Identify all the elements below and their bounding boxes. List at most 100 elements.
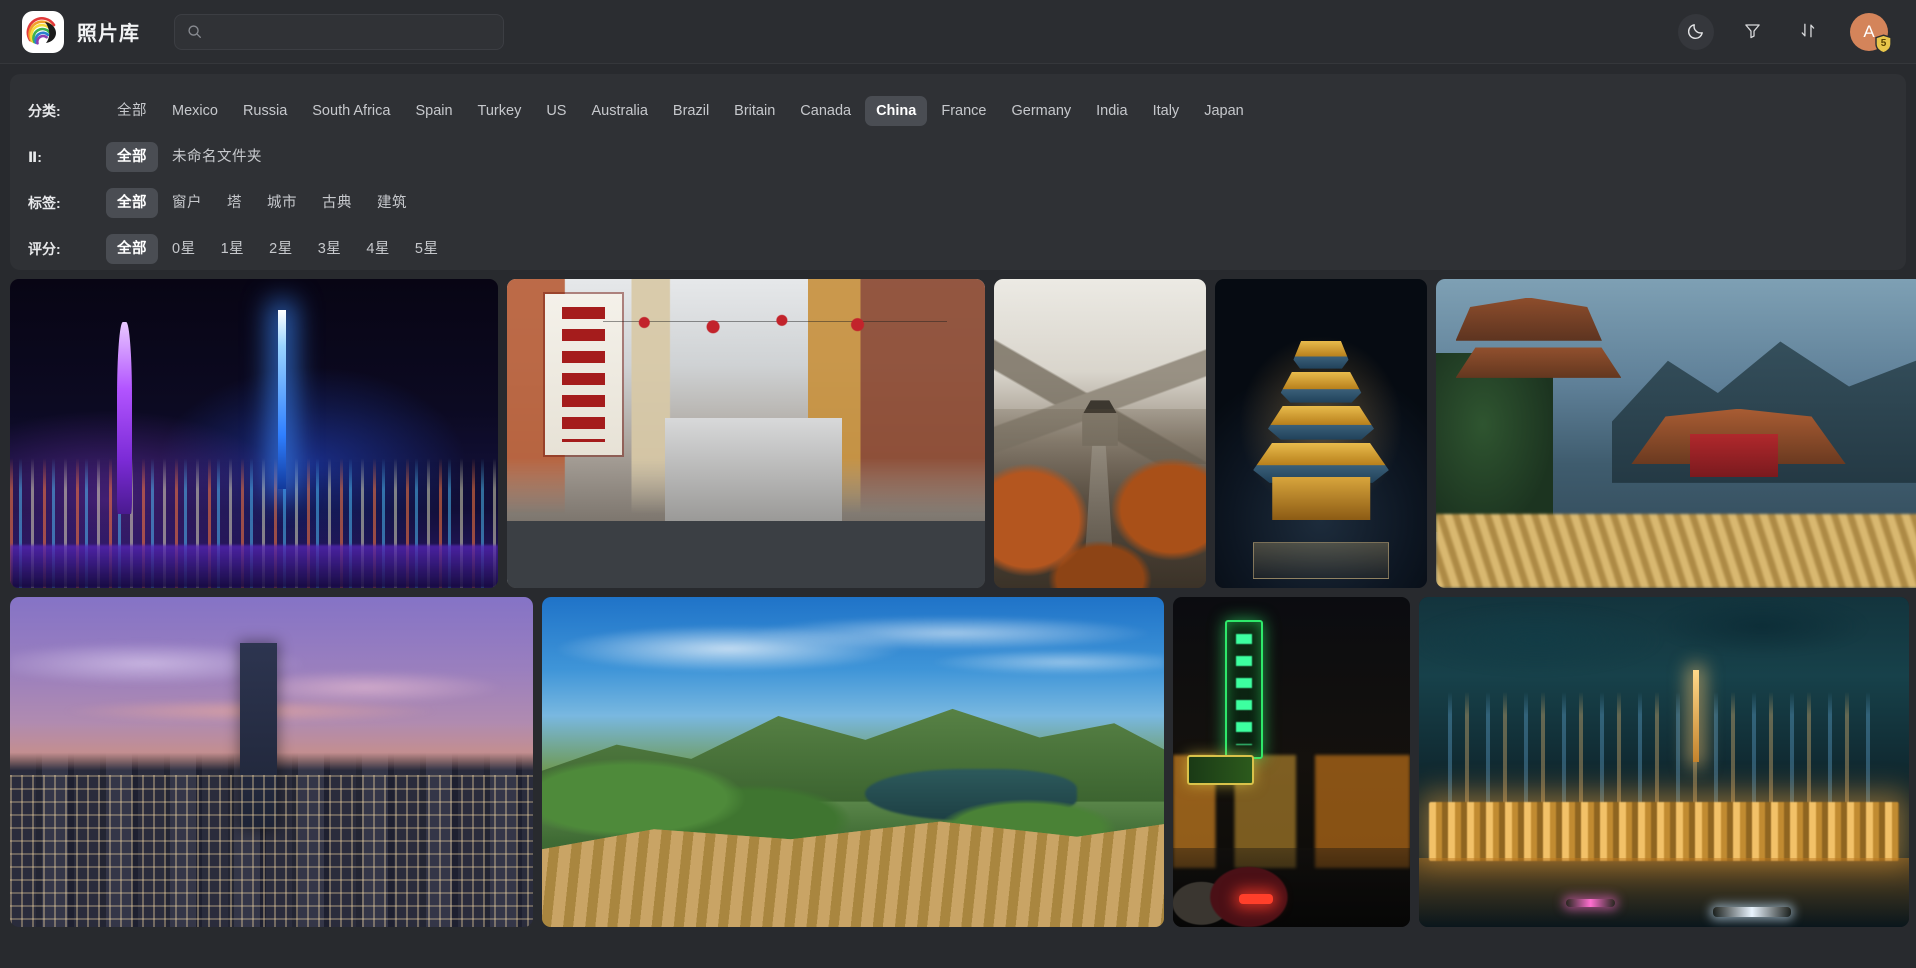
photo-great-wall-mist[interactable] xyxy=(994,279,1206,588)
chip-category-france[interactable]: France xyxy=(930,96,997,126)
decor-waterfront xyxy=(1429,802,1899,861)
decor-boat-trail xyxy=(1566,899,1615,907)
decor-red-wall xyxy=(1690,434,1778,477)
chip-category-spain[interactable]: Spain xyxy=(404,96,463,126)
decor-light-beam xyxy=(278,310,286,489)
decor-boat-trail xyxy=(1713,907,1791,917)
filter-chips-tags: 全部 窗户 塔 城市 古典 建筑 xyxy=(106,188,418,218)
photo-thumbnail xyxy=(10,597,533,927)
decor-clouds xyxy=(542,604,1164,716)
decor-cars xyxy=(507,495,985,588)
photo-thumbnail xyxy=(1215,279,1427,588)
chip-tag-window[interactable]: 窗户 xyxy=(161,188,213,218)
chip-category-australia[interactable]: Australia xyxy=(580,96,658,126)
decor-cars xyxy=(1173,848,1410,927)
chip-rating-3-star[interactable]: 3星 xyxy=(307,234,353,264)
chip-rating-2-star[interactable]: 2星 xyxy=(258,234,304,264)
chip-category-india[interactable]: India xyxy=(1085,96,1138,126)
chip-category-canada[interactable]: Canada xyxy=(789,96,862,126)
app-header: 照片库 xyxy=(0,0,1916,64)
chip-tag-city[interactable]: 城市 xyxy=(256,188,308,218)
chip-category-italy[interactable]: Italy xyxy=(1142,96,1191,126)
chip-folder-all[interactable]: 全部 xyxy=(106,142,158,172)
theme-toggle-button[interactable] xyxy=(1678,14,1714,50)
decor-trees xyxy=(1436,353,1553,532)
chip-rating-4-star[interactable]: 4星 xyxy=(355,234,401,264)
chip-rating-1-star[interactable]: 1星 xyxy=(210,234,256,264)
filter-label-tags: 标签: xyxy=(28,193,102,213)
badge-count: 5 xyxy=(1881,39,1887,49)
chip-category-britain[interactable]: Britain xyxy=(723,96,786,126)
filter-row-folder: Ⅱ: 全部 未命名文件夹 xyxy=(28,134,1888,180)
filter-row-rating: 评分: 全部 0星 1星 2星 3星 4星 5星 xyxy=(28,226,1888,272)
decor-taillight xyxy=(1239,894,1272,904)
photo-thumbnail xyxy=(994,279,1206,588)
photo-grid xyxy=(0,270,1916,927)
photo-grid-row-2 xyxy=(10,597,1906,927)
filter-chips-rating: 全部 0星 1星 2星 3星 4星 5星 xyxy=(106,234,449,264)
filter-label-category: 分类: xyxy=(28,101,102,121)
sort-toggle-button[interactable] xyxy=(1790,14,1826,50)
chip-tag-all[interactable]: 全部 xyxy=(106,188,158,218)
chip-tag-architecture[interactable]: 建筑 xyxy=(366,188,418,218)
photo-thumbnail xyxy=(507,279,985,588)
photo-thumbnail xyxy=(1436,279,1916,588)
photo-pagoda-night[interactable] xyxy=(1215,279,1427,588)
filter-toggle-button[interactable] xyxy=(1734,14,1770,50)
decor-pagoda-body xyxy=(1272,477,1370,520)
chip-tag-classical[interactable]: 古典 xyxy=(311,188,363,218)
decor-neon-sign xyxy=(1225,620,1263,759)
photo-neon-street-night[interactable] xyxy=(1173,597,1410,927)
search-bar[interactable] xyxy=(174,14,504,50)
chip-category-russia[interactable]: Russia xyxy=(232,96,298,126)
chip-category-all[interactable]: 全部 xyxy=(106,96,158,126)
decor-roof-tier xyxy=(1268,406,1374,440)
chip-category-us[interactable]: US xyxy=(535,96,577,126)
photo-bund-golden-night[interactable] xyxy=(1419,597,1909,927)
decor-watchtower xyxy=(1079,396,1121,445)
filter-label-folder: Ⅱ: xyxy=(28,149,102,166)
search-input[interactable] xyxy=(211,15,491,49)
decor-river xyxy=(1419,858,1909,927)
photo-beijing-cbd-twilight[interactable] xyxy=(10,597,533,927)
photo-thumbnail xyxy=(542,597,1164,927)
photo-chinatown-street[interactable] xyxy=(507,279,985,588)
filter-row-category: 分类: 全部 Mexico Russia South Africa Spain … xyxy=(28,88,1888,134)
photo-shanghai-skyline-night[interactable] xyxy=(10,279,498,588)
filter-panel: 分类: 全部 Mexico Russia South Africa Spain … xyxy=(10,74,1906,270)
decor-window-lights xyxy=(10,775,533,927)
chip-category-china[interactable]: China xyxy=(865,96,927,126)
chip-category-mexico[interactable]: Mexico xyxy=(161,96,229,126)
funnel-icon xyxy=(1743,21,1762,43)
decor-plaza xyxy=(1253,542,1389,579)
decor-neon-sign xyxy=(1187,755,1253,785)
chip-category-south-africa[interactable]: South Africa xyxy=(301,96,401,126)
chip-category-turkey[interactable]: Turkey xyxy=(467,96,533,126)
account-avatar-wrap: A 5 xyxy=(1850,13,1888,51)
decor-roof xyxy=(1456,341,1622,378)
filter-chips-category: 全部 Mexico Russia South Africa Spain Turk… xyxy=(106,96,1255,126)
chip-category-germany[interactable]: Germany xyxy=(1001,96,1083,126)
chip-rating-all[interactable]: 全部 xyxy=(106,234,158,264)
decor-wall-path xyxy=(1083,409,1115,588)
chip-folder-unnamed[interactable]: 未命名文件夹 xyxy=(161,142,273,172)
photo-great-wall-green[interactable] xyxy=(542,597,1164,927)
chip-category-japan[interactable]: Japan xyxy=(1193,96,1255,126)
photo-grid-row-1 xyxy=(10,279,1906,588)
decor-water xyxy=(10,545,498,588)
photo-temple-hillside[interactable] xyxy=(1436,279,1916,588)
chip-tag-tower[interactable]: 塔 xyxy=(216,188,253,218)
rainbow-feather-logo xyxy=(22,11,64,53)
sort-arrows-icon xyxy=(1799,21,1818,43)
photo-thumbnail xyxy=(10,279,498,588)
photo-thumbnail xyxy=(1419,597,1909,927)
chip-rating-0-star[interactable]: 0星 xyxy=(161,234,207,264)
chip-rating-5-star[interactable]: 5星 xyxy=(404,234,450,264)
photo-thumbnail xyxy=(1173,597,1410,927)
moon-icon xyxy=(1687,21,1706,43)
filter-label-rating: 评分: xyxy=(28,239,102,259)
chip-category-brazil[interactable]: Brazil xyxy=(662,96,720,126)
decor-roof-tiles xyxy=(1436,514,1916,588)
decor-roof xyxy=(1456,298,1602,341)
filter-chips-folder: 全部 未命名文件夹 xyxy=(106,142,273,172)
